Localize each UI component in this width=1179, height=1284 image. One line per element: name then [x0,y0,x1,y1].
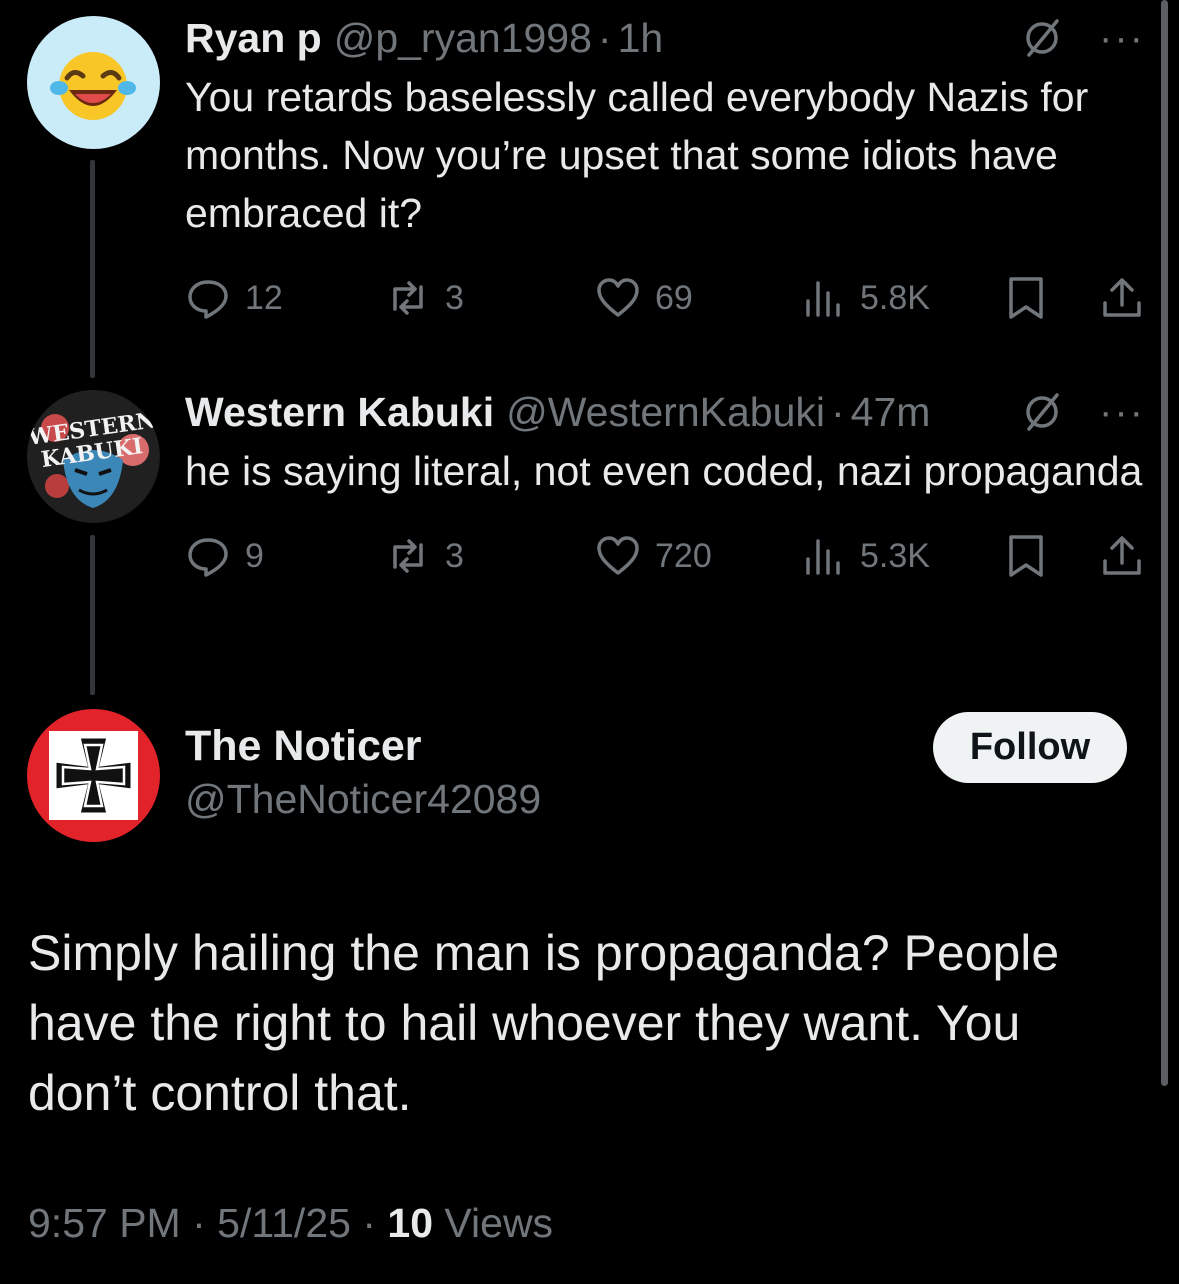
post-time[interactable]: 9:57 PM [28,1200,181,1246]
author-handle[interactable]: @WesternKabuki [506,388,825,436]
repost-icon [393,281,423,315]
views-button[interactable]: 5.3K [800,526,930,586]
like-count: 720 [655,536,712,575]
tweet-text: he is saying literal, not even coded, na… [185,448,1143,494]
like-count: 69 [655,278,693,317]
like-icon [597,278,639,317]
action-bar: 12 3 69 5.8K [185,268,1145,328]
views-button[interactable]: 5.8K [800,268,930,328]
repost-count: 3 [445,536,464,575]
like-icon [597,536,639,575]
more-options-icon[interactable]: ··· [1099,14,1145,62]
thread-line [90,160,95,378]
reply-icon [188,538,228,577]
bookmark-button[interactable] [1003,268,1049,328]
views-count: 10 [387,1200,434,1246]
reply-button[interactable]: 9 [185,526,264,586]
views-icon [806,539,840,575]
share-icon [1103,536,1141,575]
reply-button[interactable]: 12 [185,268,283,328]
avatar[interactable] [27,16,160,149]
reply-count: 12 [245,278,283,317]
bookmark-icon [1009,535,1043,577]
share-button[interactable] [1099,526,1145,586]
avatar[interactable]: WESTERN KABUKI [27,390,160,523]
share-button[interactable] [1099,268,1145,328]
like-button[interactable]: 69 [595,268,693,328]
views-count: 5.3K [860,536,930,575]
post-meta: 9:57 PM · 5/11/25 · 10 Views [28,1200,553,1247]
separator: · [192,1200,206,1246]
laughing-emoji-icon [50,52,136,120]
author-name[interactable]: Western Kabuki [185,388,494,436]
avatar[interactable] [27,709,160,842]
bookmark-icon [1009,277,1043,319]
reply-tweet[interactable]: Ryan p @p_ryan1998 · 1h ··· You retards … [185,14,1145,328]
author-handle[interactable]: @p_ryan1998 [334,14,592,62]
post-date[interactable]: 5/11/25 [217,1200,351,1246]
author-name[interactable]: The Noticer [185,722,422,771]
like-button[interactable]: 720 [595,526,712,586]
repost-button[interactable]: 3 [385,526,464,586]
repost-icon [393,539,423,573]
repost-count: 3 [445,278,464,317]
timestamp[interactable]: 47m [851,388,931,436]
thread-line [90,535,95,695]
separator: · [597,15,612,61]
cross-icon [49,731,138,820]
tweet-text: You retards baselessly called everybody … [185,74,1089,236]
post-text: Simply hailing the man is propaganda? Pe… [28,925,1060,1121]
action-bar: 9 3 720 5.3K [185,526,1145,586]
scrollbar[interactable] [1161,0,1168,1086]
separator: · [362,1200,376,1246]
views-count: 5.8K [860,278,930,317]
views-label: Views [444,1200,554,1246]
reply-count: 9 [245,536,264,575]
more-options-icon[interactable]: ··· [1099,388,1145,436]
timestamp[interactable]: 1h [618,14,664,62]
western-kabuki-logo: WESTERN KABUKI [27,390,159,522]
repost-button[interactable]: 3 [385,268,464,328]
share-icon [1103,278,1141,317]
reply-icon [188,280,228,319]
bookmark-button[interactable] [1003,526,1049,586]
reply-tweet[interactable]: Western Kabuki @WesternKabuki · 47m ··· … [185,388,1145,586]
no-image-icon [1026,19,1059,57]
no-image-icon [1026,393,1059,431]
views-icon [806,281,840,317]
follow-button[interactable]: Follow [933,712,1127,783]
author-handle[interactable]: @TheNoticer42089 [185,776,541,823]
author-name[interactable]: Ryan p [185,14,322,62]
separator: · [831,389,845,435]
